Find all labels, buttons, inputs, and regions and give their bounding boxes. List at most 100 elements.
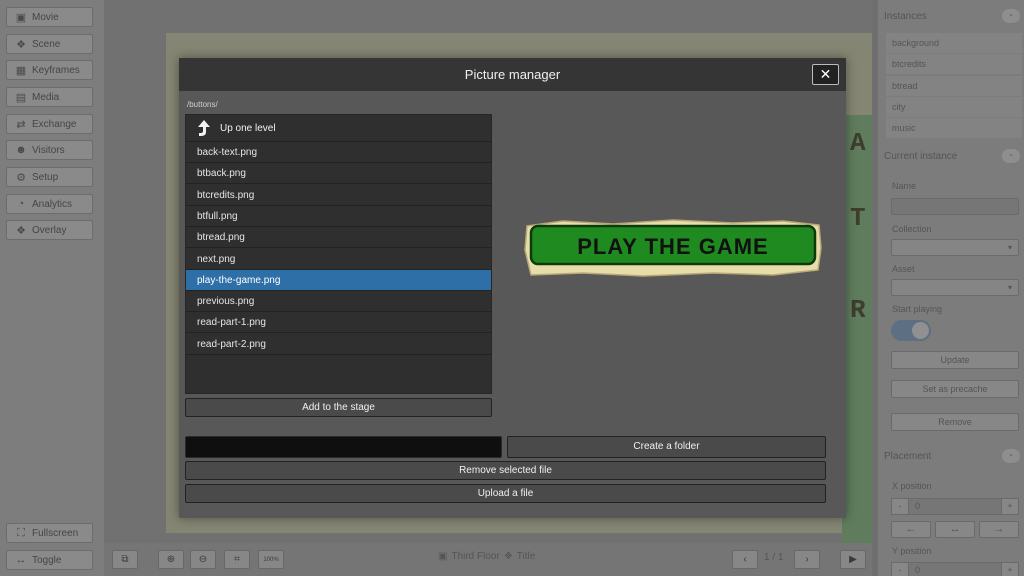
instance-item[interactable]: btread: [886, 76, 1022, 96]
overlay-icon: ❖: [16, 224, 26, 237]
picture-preview: PLAY THE GAME: [524, 219, 822, 277]
name-field[interactable]: [891, 198, 1019, 215]
sidebar-item-scene[interactable]: ❖ Scene: [6, 34, 93, 54]
close-button[interactable]: ✕: [812, 64, 839, 85]
y-increment-button[interactable]: +: [1001, 562, 1019, 576]
zoom-in-button[interactable]: ⊕: [158, 550, 184, 569]
breadcrumb-keyframe[interactable]: Title: [517, 551, 536, 562]
align-buttons: ← ↔ →: [891, 521, 1019, 538]
y-position-stepper: - 0 +: [891, 562, 1019, 576]
zoom-out-button[interactable]: ⊖: [190, 550, 216, 569]
up-one-level-row[interactable]: Up one level: [186, 115, 491, 142]
x-increment-button[interactable]: +: [1001, 498, 1019, 515]
file-item[interactable]: btfull.png: [186, 205, 491, 227]
x-position-input[interactable]: 0: [909, 498, 1001, 515]
arrows-horizontal-icon: ↔: [949, 523, 961, 535]
sidebar-item-media[interactable]: ▤ Media: [6, 87, 93, 107]
stage-decoration: A: [850, 128, 866, 158]
zoom-out-icon: ⊖: [198, 554, 208, 565]
exchange-icon: ⇄: [16, 118, 26, 131]
align-right-button[interactable]: →: [979, 521, 1019, 538]
file-item[interactable]: back-text.png: [186, 142, 491, 163]
instance-item[interactable]: city: [886, 97, 1022, 117]
current-instance-header: Current instance -: [884, 146, 1024, 166]
start-playing-toggle[interactable]: [891, 320, 931, 341]
file-item[interactable]: next.png: [186, 248, 491, 270]
file-item[interactable]: btback.png: [186, 163, 491, 185]
sidebar-item-analytics[interactable]: ◔ Analytics: [6, 194, 93, 214]
collection-select[interactable]: ▾: [891, 239, 1019, 256]
asset-select[interactable]: ▾: [891, 279, 1019, 296]
sidebar-item-visitors[interactable]: ☻ Visitors: [6, 140, 93, 160]
collapse-placement-button[interactable]: -: [1002, 449, 1020, 463]
sidebar-item-keyframes[interactable]: ▦ Keyframes: [6, 60, 93, 80]
align-left-button[interactable]: ←: [891, 521, 931, 538]
right-panel: Instances - background btcredits btread …: [872, 0, 1024, 576]
fullscreen-label: Fullscreen: [32, 527, 79, 539]
current-path: /buttons/: [187, 100, 218, 109]
sidebar-item-movie[interactable]: ▣ Movie: [6, 7, 93, 27]
file-list: Up one level back-text.png btback.png btcr…: [185, 114, 492, 394]
file-item[interactable]: btcredits.png: [186, 184, 491, 206]
sidebar-item-label: Setup: [32, 171, 59, 183]
fullscreen-button[interactable]: ⛶ Fullscreen: [6, 523, 93, 543]
y-position-label: Y position: [892, 546, 932, 556]
next-keyframe-button[interactable]: ›: [794, 550, 820, 569]
create-folder-button[interactable]: Create a folder: [507, 436, 826, 458]
collection-label: Collection: [892, 224, 932, 234]
chevron-down-icon: ▾: [1007, 283, 1012, 292]
crop-icon: ⌗: [234, 554, 240, 565]
file-item[interactable]: previous.png: [186, 291, 491, 313]
add-to-stage-button[interactable]: Add to the stage: [185, 398, 492, 417]
zoom-in-icon: ⊕: [166, 554, 176, 565]
instance-item[interactable]: music: [886, 118, 1022, 138]
stage-decoration: R: [850, 295, 866, 325]
file-item[interactable]: read-part-1.png: [186, 312, 491, 334]
instances-title: Instances: [884, 10, 927, 22]
fit-button[interactable]: ⌗: [224, 550, 250, 569]
film-icon: ▣: [438, 551, 448, 562]
toggle-arrows-icon: ↔: [15, 554, 27, 566]
paint-bucket-button[interactable]: ⧉: [112, 550, 138, 569]
previous-keyframe-button[interactable]: ‹: [732, 550, 758, 569]
sidebar-item-label: Keyframes: [32, 64, 80, 76]
up-arrow-icon: [198, 120, 210, 136]
upload-file-button[interactable]: Upload a file: [185, 484, 826, 503]
close-icon: ✕: [819, 66, 832, 82]
y-position-input[interactable]: 0: [909, 562, 1001, 576]
sidebar-item-label: Visitors: [32, 144, 65, 156]
collapse-instances-button[interactable]: -: [1002, 9, 1020, 23]
instance-item[interactable]: btcredits: [886, 54, 1022, 74]
folder-name-input[interactable]: [185, 436, 502, 458]
film-icon: ▣: [15, 11, 27, 24]
start-playing-label: Start playing: [892, 304, 943, 314]
fullscreen-icon: ⛶: [17, 526, 25, 539]
stage-decoration: T: [850, 203, 866, 233]
grid-icon: ▦: [15, 64, 27, 77]
x-decrement-button[interactable]: -: [891, 498, 909, 515]
keyframe-pager: 1 / 1: [764, 552, 784, 563]
file-item[interactable]: btread.png: [186, 227, 491, 249]
set-precache-button[interactable]: Set as precache: [891, 380, 1019, 398]
image-icon: ▤: [15, 91, 27, 104]
up-one-level-label: Up one level: [220, 122, 276, 134]
zoom-100-button[interactable]: 100%: [258, 550, 284, 569]
remove-selected-file-button[interactable]: Remove selected file: [185, 461, 826, 480]
breadcrumb-scene[interactable]: Third Floor: [451, 551, 499, 562]
gear-icon: ⚙: [16, 171, 26, 184]
update-button[interactable]: Update: [891, 351, 1019, 369]
sidebar-item-overlay[interactable]: ❖ Overlay: [6, 220, 93, 240]
y-decrement-button[interactable]: -: [891, 562, 909, 576]
play-button[interactable]: ▶: [840, 550, 866, 569]
toggle-button[interactable]: ↔ Toggle: [6, 550, 93, 570]
remove-instance-button[interactable]: Remove: [891, 413, 1019, 431]
sidebar-item-setup[interactable]: ⚙ Setup: [6, 167, 93, 187]
file-item[interactable]: read-part-2.png: [186, 333, 491, 355]
instance-item[interactable]: background: [886, 33, 1022, 53]
collapse-current-button[interactable]: -: [1002, 149, 1020, 163]
file-item[interactable]: play-the-game.png: [186, 269, 491, 291]
chart-icon: ◔: [17, 198, 25, 210]
picture-manager-dialog: Picture manager ✕ /buttons/ Up one level…: [179, 58, 846, 518]
sidebar-item-exchange[interactable]: ⇄ Exchange: [6, 114, 93, 134]
align-center-button[interactable]: ↔: [935, 521, 975, 538]
